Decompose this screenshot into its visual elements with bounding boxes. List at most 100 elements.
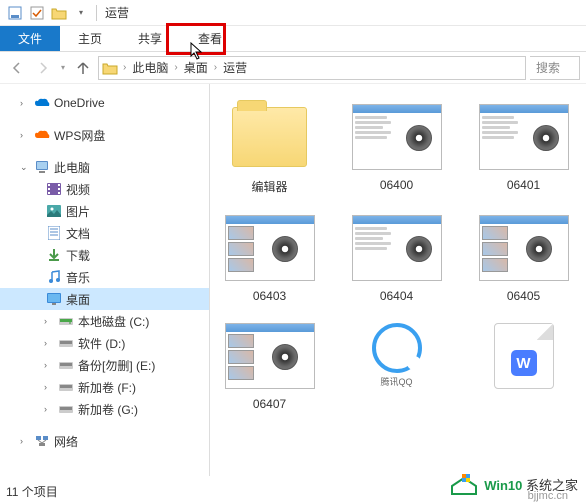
main-area: › OneDrive › WPS网盘 ⌄ 此电脑 视频 xyxy=(0,84,586,476)
sidebar-label: 此电脑 xyxy=(52,159,90,176)
breadcrumb-current[interactable]: 运营 xyxy=(219,59,251,76)
expand-icon[interactable]: › xyxy=(44,404,56,414)
sidebar-label: 音乐 xyxy=(64,269,90,286)
expand-icon[interactable]: › xyxy=(44,316,56,326)
expand-icon[interactable]: › xyxy=(44,360,56,370)
breadcrumb-this-pc[interactable]: 此电脑 xyxy=(128,59,172,76)
watermark-brand: Win10 xyxy=(484,478,522,493)
file-item-video[interactable]: 06403 xyxy=(222,213,317,303)
downloads-icon xyxy=(44,248,64,262)
sidebar-item-wps[interactable]: › WPS网盘 xyxy=(0,124,209,146)
sidebar-label: 本地磁盘 (C:) xyxy=(76,313,149,330)
video-thumbnail xyxy=(479,102,569,172)
file-label: 编辑器 xyxy=(251,178,287,195)
breadcrumb[interactable]: › 此电脑 › 桌面 › 运营 xyxy=(98,56,526,80)
qat-dropdown-icon[interactable]: ▾ xyxy=(72,4,90,22)
breadcrumb-sep-icon[interactable]: › xyxy=(212,62,219,73)
sidebar-item-disk-c[interactable]: › 本地磁盘 (C:) xyxy=(0,310,209,332)
sidebar-label: 新加卷 (F:) xyxy=(76,379,136,396)
breadcrumb-sep-icon[interactable]: › xyxy=(172,62,179,73)
sidebar-item-onedrive[interactable]: › OneDrive xyxy=(0,92,209,114)
qat-save-icon[interactable] xyxy=(6,4,24,22)
file-item-qq[interactable]: 腾讯QQ xyxy=(349,321,444,411)
file-label: 06404 xyxy=(380,289,413,303)
file-label: 06403 xyxy=(253,289,286,303)
file-item-video[interactable]: 06404 xyxy=(349,213,444,303)
sidebar-label: 桌面 xyxy=(64,291,90,308)
file-label: 06405 xyxy=(507,289,540,303)
qat-check-icon[interactable] xyxy=(28,4,46,22)
file-item-video[interactable]: 06401 xyxy=(476,102,571,195)
sidebar-label: WPS网盘 xyxy=(52,127,105,144)
breadcrumb-folder-icon xyxy=(99,61,121,75)
file-label: 06401 xyxy=(507,178,540,192)
breadcrumb-desktop[interactable]: 桌面 xyxy=(180,59,212,76)
file-item-video[interactable]: 06400 xyxy=(349,102,444,195)
pictures-icon xyxy=(44,205,64,217)
video-thumbnail xyxy=(225,321,315,391)
tab-share[interactable]: 共享 xyxy=(120,26,180,51)
file-item-video[interactable]: 06405 xyxy=(476,213,571,303)
tab-home[interactable]: 主页 xyxy=(60,26,120,51)
breadcrumb-sep-icon[interactable]: › xyxy=(121,62,128,73)
sidebar-label: 软件 (D:) xyxy=(76,335,125,352)
nav-forward-button[interactable] xyxy=(32,57,54,79)
disk-icon xyxy=(56,381,76,393)
disk-icon xyxy=(56,359,76,371)
sidebar-item-this-pc[interactable]: ⌄ 此电脑 xyxy=(0,156,209,178)
desktop-icon xyxy=(44,293,64,305)
status-bar: 11 个项目 xyxy=(6,483,58,500)
nav-history-dropdown[interactable]: ▾ xyxy=(58,57,68,79)
nav-up-button[interactable] xyxy=(72,57,94,79)
video-thumbnail xyxy=(225,213,315,283)
video-thumbnail xyxy=(352,102,442,172)
expand-icon[interactable]: › xyxy=(20,130,32,140)
network-icon xyxy=(32,435,52,447)
documents-icon xyxy=(44,226,64,240)
sidebar-item-disk-d[interactable]: › 软件 (D:) xyxy=(0,332,209,354)
expand-icon[interactable]: › xyxy=(44,382,56,392)
sidebar-item-desktop[interactable]: 桌面 xyxy=(0,288,209,310)
title-bar: ▾ 运营 xyxy=(0,0,586,26)
tab-file[interactable]: 文件 xyxy=(0,26,60,51)
sidebar-item-disk-g[interactable]: › 新加卷 (G:) xyxy=(0,398,209,420)
expand-icon[interactable]: ⌄ xyxy=(20,162,32,173)
sidebar-item-downloads[interactable]: 下载 xyxy=(0,244,209,266)
sidebar-label: 视频 xyxy=(64,181,90,198)
wps-doc-icon: W xyxy=(479,321,569,391)
expand-icon[interactable]: › xyxy=(20,436,32,446)
expand-icon[interactable]: › xyxy=(44,338,56,348)
wps-icon xyxy=(32,129,52,141)
tab-view[interactable]: 查看 xyxy=(180,26,240,51)
sidebar-label: 文档 xyxy=(64,225,90,242)
disk-icon xyxy=(56,337,76,349)
sidebar-item-disk-f[interactable]: › 新加卷 (F:) xyxy=(0,376,209,398)
ribbon-tabs: 文件 主页 共享 查看 xyxy=(0,26,586,52)
qat-folder-icon[interactable] xyxy=(50,4,68,22)
sidebar-item-music[interactable]: 音乐 xyxy=(0,266,209,288)
video-thumbnail xyxy=(479,213,569,283)
expand-icon[interactable]: › xyxy=(20,98,32,108)
folder-icon xyxy=(225,102,315,172)
file-label: 06400 xyxy=(380,178,413,192)
sidebar-label: OneDrive xyxy=(52,96,105,110)
search-input[interactable]: 搜索 xyxy=(530,56,580,80)
pc-icon xyxy=(32,160,52,174)
music-icon xyxy=(44,270,64,284)
sidebar: › OneDrive › WPS网盘 ⌄ 此电脑 视频 xyxy=(0,84,210,476)
file-label: 06407 xyxy=(253,397,286,411)
disk-icon xyxy=(56,315,76,327)
disk-icon xyxy=(56,403,76,415)
file-item-folder[interactable]: 编辑器 xyxy=(222,102,317,195)
sidebar-item-disk-e[interactable]: › 备份[勿删] (E:) xyxy=(0,354,209,376)
nav-back-button[interactable] xyxy=(6,57,28,79)
sidebar-item-documents[interactable]: 文档 xyxy=(0,222,209,244)
nav-bar: ▾ › 此电脑 › 桌面 › 运营 搜索 xyxy=(0,52,586,84)
sidebar-item-network[interactable]: › 网络 xyxy=(0,430,209,452)
file-item-video[interactable]: 06407 xyxy=(222,321,317,411)
title-separator xyxy=(96,5,97,21)
sidebar-item-pictures[interactable]: 图片 xyxy=(0,200,209,222)
file-item-wps-doc[interactable]: W xyxy=(476,321,571,411)
sidebar-item-video[interactable]: 视频 xyxy=(0,178,209,200)
sidebar-label: 网络 xyxy=(52,433,78,450)
